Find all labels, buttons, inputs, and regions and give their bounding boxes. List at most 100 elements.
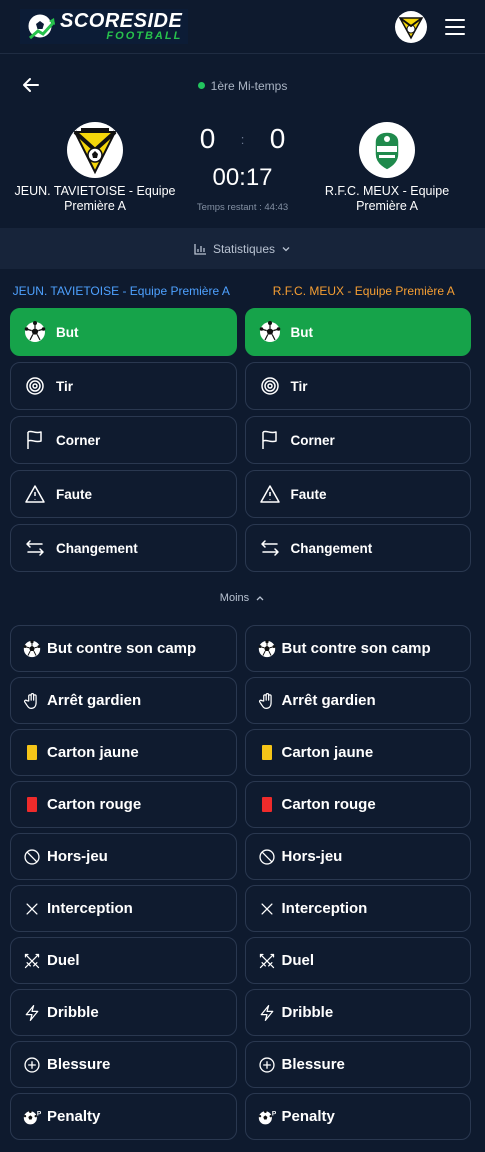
home-blessure-button[interactable]: Blessure <box>10 1041 237 1088</box>
away-arret-gardien-button[interactable]: Arrêt gardien <box>244 677 471 724</box>
home-arret-gardien-button[interactable]: Arrêt gardien <box>10 677 237 724</box>
logo-subtitle: FOOTBALL <box>106 30 183 42</box>
app-logo[interactable]: SCORESIDE FOOTBALL <box>20 9 189 44</box>
soccer-ball-icon <box>23 639 41 658</box>
bolt-icon <box>23 1004 41 1022</box>
away-faute-button[interactable]: Faute <box>244 470 471 518</box>
swap-icon <box>259 537 281 559</box>
home-faute-button[interactable]: Faute <box>10 470 237 518</box>
chevron-up-icon <box>256 596 264 601</box>
target-icon <box>24 375 46 397</box>
soccer-ball-icon <box>258 639 276 658</box>
time-remaining: Temps restant : 44:43 <box>196 202 289 213</box>
action-label: Arrêt gardien <box>47 692 142 709</box>
action-label: Interception <box>281 900 368 917</box>
chevron-down-icon <box>282 246 290 251</box>
home-score: 0 <box>199 123 216 154</box>
action-label: Interception <box>47 900 133 917</box>
away-column-label: R.F.C. MEUX - Equipe Première A <box>272 284 455 298</box>
away-but-button[interactable]: But <box>244 308 471 356</box>
hand-icon <box>23 692 41 710</box>
x-icon <box>23 900 41 918</box>
action-label: Dribble <box>47 1004 99 1021</box>
action-label: Hors-jeu <box>47 848 108 865</box>
swap-icon <box>24 537 46 559</box>
warning-icon <box>24 483 46 505</box>
action-label: Corner <box>56 432 101 448</box>
home-changement-button[interactable]: Changement <box>10 524 237 572</box>
action-label: Carton rouge <box>281 796 376 813</box>
penalty-ball-icon: P <box>23 1108 41 1126</box>
secondary-actions-grid: But contre son camp But contre son camp Ar… <box>10 625 471 1140</box>
action-label: Tir <box>290 378 308 394</box>
match-clock: 00:17 <box>212 164 273 191</box>
away-duel-button[interactable]: Duel <box>244 937 471 984</box>
ban-icon <box>258 848 276 866</box>
home-tir-button[interactable]: Tir <box>10 362 237 410</box>
statistics-toggle[interactable]: Statistiques <box>0 228 485 269</box>
logo-ball-icon <box>27 13 56 39</box>
home-carton-jaune-button[interactable]: Carton jaune <box>10 729 237 776</box>
flag-icon <box>24 429 46 451</box>
action-label: Duel <box>47 952 80 969</box>
action-label: But <box>56 324 79 340</box>
action-label: Faute <box>56 486 93 502</box>
home-duel-button[interactable]: Duel <box>10 937 237 984</box>
period-label: 1ère Mi-temps <box>210 79 288 93</box>
match-period: 1ère Mi-temps <box>0 79 485 93</box>
action-label: Dribble <box>281 1004 334 1021</box>
action-label: Carton jaune <box>47 744 139 761</box>
home-but-contre-son-camp-button[interactable]: But contre son camp <box>10 625 237 672</box>
away-interception-button[interactable]: Interception <box>244 885 471 932</box>
action-label: Arrêt gardien <box>281 692 376 709</box>
logo-title: SCORESIDE <box>60 10 183 32</box>
away-corner-button[interactable]: Corner <box>244 416 471 464</box>
action-label: Faute <box>290 486 327 502</box>
action-label: Blessure <box>281 1056 345 1073</box>
away-carton-rouge-button[interactable]: Carton rouge <box>244 781 471 828</box>
home-interception-button[interactable]: Interception <box>10 885 237 932</box>
svg-text:P: P <box>37 1110 41 1117</box>
warning-icon <box>259 483 281 505</box>
less-toggle-label: Moins <box>219 592 250 604</box>
swords-icon <box>23 952 41 970</box>
hamburger-menu-icon[interactable] <box>445 18 465 35</box>
soccer-ball-icon <box>259 321 281 343</box>
away-changement-button[interactable]: Changement <box>244 524 471 572</box>
away-but-contre-son-camp-button[interactable]: But contre son camp <box>244 625 471 672</box>
away-hors-jeu-button[interactable]: Hors-jeu <box>244 833 471 880</box>
away-penalty-button[interactable]: P Penalty <box>244 1093 471 1140</box>
action-label: Carton rouge <box>47 796 142 813</box>
home-but-button[interactable]: But <box>10 308 237 356</box>
action-label: Blessure <box>47 1056 111 1073</box>
bar-chart-icon <box>194 243 206 255</box>
less-toggle[interactable]: Moins <box>0 592 485 604</box>
plus-circle-icon <box>23 1056 41 1074</box>
home-corner-button[interactable]: Corner <box>10 416 237 464</box>
action-label: Duel <box>281 952 315 969</box>
action-label: Corner <box>290 432 335 448</box>
action-label: Changement <box>290 540 373 556</box>
away-tir-button[interactable]: Tir <box>244 362 471 410</box>
user-avatar[interactable] <box>395 10 427 43</box>
club-crest-icon <box>398 16 424 40</box>
action-label: But <box>290 324 314 340</box>
action-label: Changement <box>56 540 138 556</box>
away-dribble-button[interactable]: Dribble <box>244 989 471 1036</box>
away-carton-jaune-button[interactable]: Carton jaune <box>244 729 471 776</box>
red-card-icon <box>258 796 276 814</box>
home-hors-jeu-button[interactable]: Hors-jeu <box>10 833 237 880</box>
away-blessure-button[interactable]: Blessure <box>244 1041 471 1088</box>
action-label: But contre son camp <box>281 640 431 657</box>
top-bar: SCORESIDE FOOTBALL <box>0 0 485 54</box>
action-label: Tir <box>56 378 74 394</box>
home-penalty-button[interactable]: P Penalty <box>10 1093 237 1140</box>
home-carton-rouge-button[interactable]: Carton rouge <box>10 781 237 828</box>
hand-icon <box>258 692 276 710</box>
home-dribble-button[interactable]: Dribble <box>10 989 237 1036</box>
swords-icon <box>258 952 276 970</box>
ban-icon <box>23 848 41 866</box>
plus-circle-icon <box>258 1056 276 1074</box>
red-card-icon <box>23 796 41 814</box>
action-label: Penalty <box>281 1108 335 1125</box>
